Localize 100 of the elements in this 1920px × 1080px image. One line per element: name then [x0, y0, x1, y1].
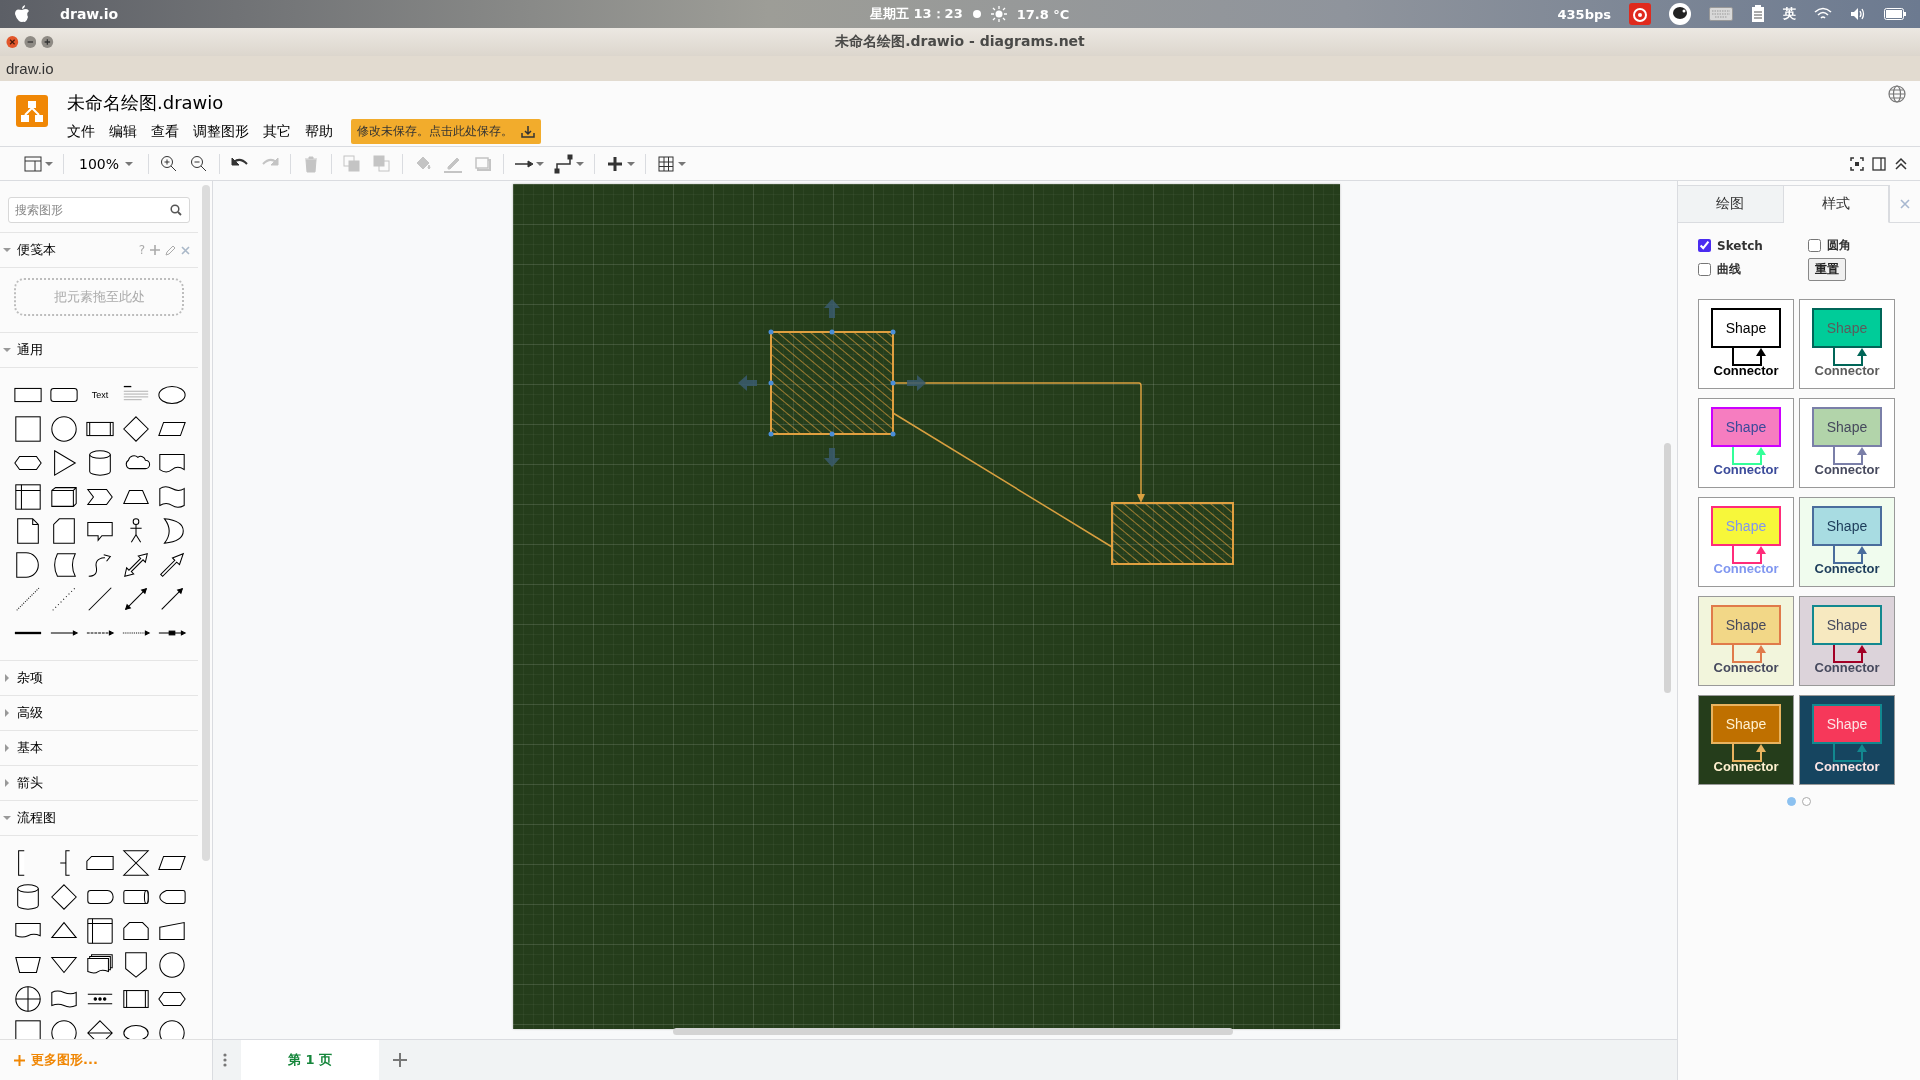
- sun-icon: [990, 6, 1007, 22]
- section-header[interactable]: 流程图: [0, 800, 198, 836]
- circle-icon[interactable]: [48, 414, 80, 444]
- expand-arrows-icon[interactable]: [738, 299, 926, 467]
- menu-item[interactable]: 帮助: [305, 122, 333, 141]
- close-icon[interactable]: [6, 35, 19, 49]
- section-header[interactable]: 基本: [0, 730, 198, 766]
- internal-storage-icon[interactable]: [12, 482, 44, 512]
- menu-item[interactable]: 调整图形: [193, 122, 249, 141]
- internal-storage-icon[interactable]: [84, 916, 116, 946]
- crossed-circle-icon[interactable]: [12, 984, 44, 1014]
- search-field[interactable]: 搜索图形: [8, 197, 190, 223]
- file-name[interactable]: 未命名绘图.drawio: [67, 91, 541, 115]
- app-label: draw.io: [6, 60, 54, 77]
- connector-arrow[interactable]: [892, 382, 1145, 503]
- style-swatch[interactable]: Shape Connector: [1799, 299, 1895, 389]
- scrollbar[interactable]: [1664, 443, 1671, 693]
- style-swatch[interactable]: Shape Connector: [1799, 398, 1895, 488]
- panel-tab[interactable]: 绘图: [1678, 185, 1784, 223]
- window-title: 未命名绘图.drawio - diagrams.net: [834, 33, 1086, 51]
- page-dot[interactable]: [1787, 797, 1796, 806]
- menu-item[interactable]: 文件: [67, 122, 95, 141]
- hatched-rectangle[interactable]: [768, 329, 896, 437]
- section-header[interactable]: 高级: [0, 695, 198, 731]
- circle-icon[interactable]: [156, 950, 188, 980]
- diamond-icon[interactable]: [48, 882, 80, 912]
- menu-item[interactable]: 编辑: [109, 122, 137, 141]
- clipboard-icon[interactable]: [1751, 5, 1765, 23]
- more-icon[interactable]: [223, 1053, 227, 1067]
- shape-preview: Shape: [1711, 605, 1781, 645]
- section-title: 高级: [17, 704, 43, 722]
- shape-preview: Shape: [1812, 605, 1882, 645]
- section-title: 基本: [17, 739, 43, 757]
- shape-preview: Shape: [1711, 506, 1781, 546]
- checkbox[interactable]: [1808, 239, 1821, 252]
- diamond-icon[interactable]: [120, 414, 152, 444]
- style-swatch[interactable]: Shape Connector: [1799, 497, 1895, 587]
- section-header[interactable]: 通用: [0, 332, 198, 368]
- panel-tab[interactable]: 样式: [1783, 185, 1889, 223]
- scrollbar[interactable]: [673, 1028, 1233, 1035]
- text-shape[interactable]: Text: [91, 390, 109, 400]
- shape-preview: Shape: [1812, 407, 1882, 447]
- menu-item[interactable]: 查看: [151, 122, 179, 141]
- style-swatch[interactable]: Shape Connector: [1698, 695, 1794, 785]
- option-label: Sketch: [1717, 238, 1763, 253]
- option-label: 圆角: [1827, 237, 1851, 254]
- dot-icon: [972, 10, 981, 18]
- save-notice-button[interactable]: 修改未保存。点击此处保存。: [351, 119, 541, 144]
- app-name[interactable]: draw.io: [60, 6, 119, 22]
- wifi-icon[interactable]: [1814, 7, 1832, 21]
- connector-label: Connector: [1713, 462, 1779, 477]
- collapse-icon[interactable]: [1894, 156, 1908, 171]
- disclosure-icon: [3, 744, 11, 752]
- minimize-icon[interactable]: [23, 35, 37, 49]
- caret-icon: [125, 160, 134, 167]
- style-swatch[interactable]: Shape Connector: [1698, 398, 1794, 488]
- style-swatch[interactable]: Shape Connector: [1698, 596, 1794, 686]
- globe-icon[interactable]: [1888, 85, 1906, 103]
- zoom-dropdown[interactable]: 100%: [69, 155, 144, 172]
- speaker-icon[interactable]: [1850, 7, 1866, 21]
- apple-icon[interactable]: [14, 5, 30, 23]
- checkbox[interactable]: [1698, 263, 1711, 276]
- section-header[interactable]: 箭头: [0, 765, 198, 801]
- plus-icon: [14, 1054, 25, 1066]
- section-header[interactable]: 杂项: [0, 660, 198, 696]
- disclosure-icon: [3, 779, 11, 787]
- music-app-icon[interactable]: [1629, 3, 1651, 25]
- checkbox[interactable]: [1698, 239, 1711, 252]
- connector-label: Connector: [1814, 759, 1880, 774]
- fullscreen-icon[interactable]: [1850, 156, 1864, 171]
- square-icon[interactable]: [12, 414, 44, 444]
- hatched-rectangle[interactable]: [1111, 502, 1234, 565]
- reset-button[interactable]: 重置: [1808, 258, 1846, 281]
- maximize-icon[interactable]: [41, 35, 54, 49]
- network-speed[interactable]: 435bps: [1557, 6, 1611, 22]
- shape-preview: Shape: [1711, 308, 1781, 348]
- input-method[interactable]: 英: [1783, 5, 1796, 23]
- style-swatch[interactable]: Shape Connector: [1698, 299, 1794, 389]
- connector-label: Connector: [1814, 561, 1880, 576]
- collate-icon[interactable]: [120, 848, 152, 878]
- style-swatch[interactable]: Shape Connector: [1799, 596, 1895, 686]
- connector-label: Connector: [1713, 363, 1779, 378]
- option-label: 曲线: [1717, 261, 1741, 278]
- add-page-icon[interactable]: [393, 1053, 407, 1067]
- connector-label: Connector: [1713, 759, 1779, 774]
- disclosure-icon: [3, 346, 11, 354]
- page-dot[interactable]: [1802, 797, 1811, 806]
- scrollbar[interactable]: [202, 185, 210, 861]
- section-title: 流程图: [17, 809, 56, 827]
- disclosure-icon: [3, 709, 11, 717]
- battery-icon[interactable]: [1884, 8, 1906, 20]
- search-icon[interactable]: [170, 204, 182, 216]
- logo-icon[interactable]: [16, 95, 48, 127]
- section-title: 便笺本: [17, 241, 56, 259]
- side-panel-icon[interactable]: [1872, 156, 1886, 171]
- style-swatch[interactable]: Shape Connector: [1799, 695, 1895, 785]
- split-diamond-icon[interactable]: [84, 1018, 116, 1039]
- menu-item[interactable]: 其它: [263, 122, 291, 141]
- page-tab[interactable]: 第 1 页: [241, 1040, 379, 1080]
- connector-label: Connector: [1814, 462, 1880, 477]
